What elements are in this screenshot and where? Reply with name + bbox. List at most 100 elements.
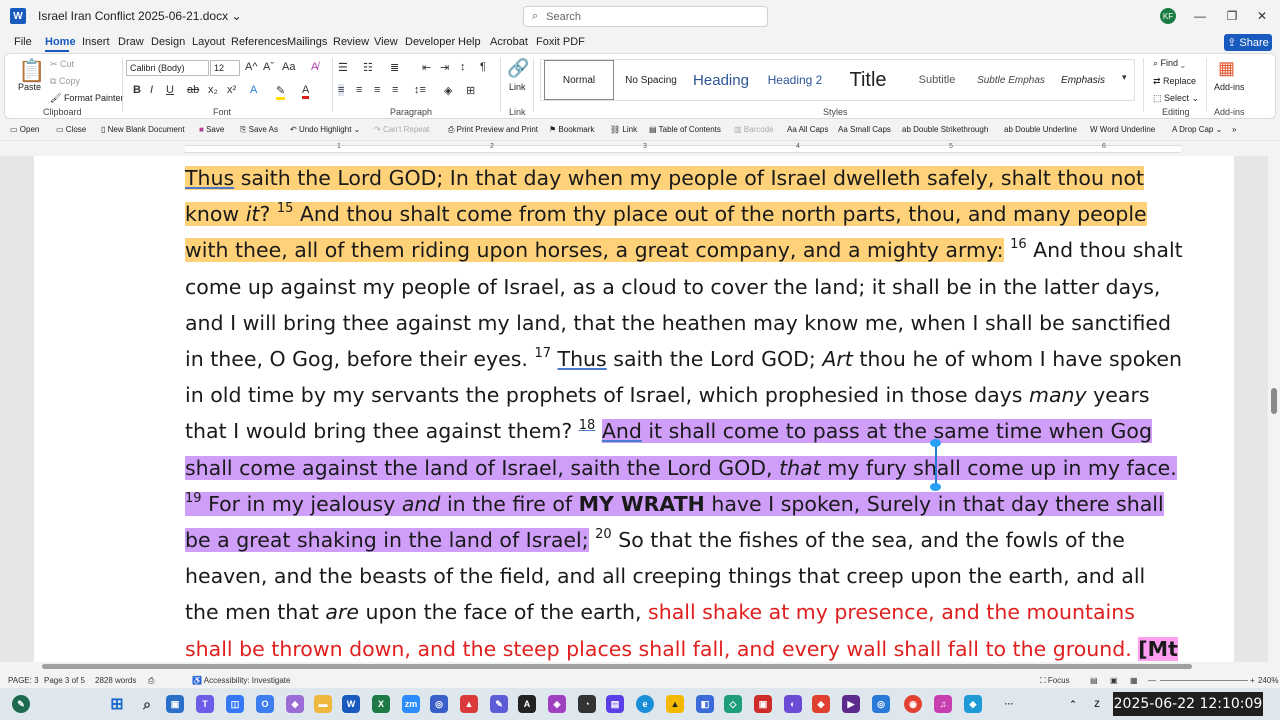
word-count[interactable]: 2828 words — [95, 676, 136, 685]
tab-help[interactable]: Help — [458, 36, 481, 48]
app-icon[interactable]: ◔ — [578, 695, 596, 713]
zoom-in-icon[interactable]: + — [1250, 676, 1255, 685]
superscript-icon[interactable]: x² — [227, 84, 236, 96]
underline-icon[interactable]: U — [166, 84, 174, 96]
tray-icon[interactable]: Z — [1088, 695, 1106, 713]
link-button[interactable]: Link — [509, 82, 526, 92]
app-icon[interactable]: ◧ — [696, 695, 714, 713]
selection-handle[interactable] — [930, 439, 941, 447]
print-layout-icon[interactable]: ▣ — [1110, 676, 1118, 685]
more-icon[interactable]: ··· — [1000, 695, 1018, 713]
shrink-font-icon[interactable]: Aˇ — [263, 61, 274, 73]
close-button[interactable]: ▭ Close — [56, 125, 86, 134]
tab-review[interactable]: Review — [333, 36, 369, 48]
app-icon[interactable]: ▲ — [666, 695, 684, 713]
copy-button[interactable]: ⧉ Copy — [50, 76, 80, 87]
app-icon[interactable]: ♫ — [934, 695, 952, 713]
align-center-icon[interactable]: ≡ — [356, 84, 362, 96]
tab-layout[interactable]: Layout — [192, 36, 225, 48]
repeat-button[interactable]: ↷ Can't Repeat — [374, 125, 429, 134]
zoom-out-icon[interactable]: — — [1148, 676, 1156, 685]
add-ins-button[interactable]: Add-ins — [1214, 82, 1245, 92]
style-heading-2[interactable]: Heading 2 — [760, 60, 830, 100]
align-left-icon[interactable]: ≡ — [338, 84, 345, 96]
close-icon[interactable]: ✕ — [1252, 6, 1272, 26]
align-right-icon[interactable]: ≡ — [374, 84, 380, 96]
style-heading[interactable]: Heading — [686, 60, 756, 100]
page-indicator[interactable]: PAGE: 3 — [8, 676, 39, 685]
link-quick-button[interactable]: ⛓ Link — [610, 125, 637, 134]
open-button[interactable]: ▭ Open — [10, 125, 39, 134]
file-explorer-icon[interactable]: ▬ — [314, 695, 332, 713]
app-icon[interactable]: ◐ — [784, 695, 802, 713]
app-icon[interactable]: ▶ — [842, 695, 860, 713]
font-size-select[interactable]: 12 — [210, 60, 240, 76]
style-no-spacing[interactable]: No Spacing — [620, 60, 682, 100]
select-button[interactable]: ⬚ Select ⌄ — [1153, 93, 1199, 104]
style-emphasis[interactable]: Emphasis — [1052, 60, 1114, 100]
restore-icon[interactable]: ❐ — [1222, 6, 1242, 26]
read-mode-icon[interactable]: ▤ — [1090, 676, 1098, 685]
word-taskbar-icon[interactable]: W — [342, 695, 360, 713]
toolbar-overflow-icon[interactable]: » — [1232, 125, 1236, 134]
subscript-icon[interactable]: x₂ — [208, 84, 218, 96]
app-icon[interactable]: ▤ — [606, 695, 624, 713]
horizontal-scroll-thumb[interactable] — [42, 664, 1192, 669]
paste-button[interactable]: Paste — [18, 82, 41, 92]
page-count[interactable]: Page 3 of 5 — [44, 676, 85, 685]
excel-icon[interactable]: X — [372, 695, 390, 713]
grow-font-icon[interactable]: A^ — [245, 61, 258, 73]
save-button[interactable]: ■ Save — [199, 125, 224, 134]
drop-cap-button[interactable]: A Drop Cap ⌄ — [1172, 125, 1222, 134]
ruler-track[interactable] — [185, 145, 1181, 153]
app-icon[interactable]: ◇ — [724, 695, 742, 713]
app-icon[interactable]: ✎ — [490, 695, 508, 713]
clear-format-icon[interactable]: A̸ — [311, 61, 318, 73]
bold-icon[interactable]: B — [133, 84, 141, 96]
app-icon[interactable]: ◎ — [872, 695, 890, 713]
chrome-icon[interactable]: ◉ — [904, 695, 922, 713]
double-underline-button[interactable]: ab Double Underline — [1004, 125, 1077, 134]
share-button[interactable]: ⇪ Share — [1224, 34, 1272, 51]
word-underline-button[interactable]: W Word Underline — [1090, 125, 1155, 134]
sort-icon[interactable]: ↕ — [460, 61, 466, 73]
tab-view[interactable]: View — [374, 36, 398, 48]
tab-foxit-pdf[interactable]: Foxit PDF — [536, 36, 585, 48]
tab-home[interactable]: Home — [45, 36, 76, 48]
selection-handle[interactable] — [930, 483, 941, 491]
shading-icon[interactable]: ◈ — [444, 84, 452, 97]
table-of-contents-button[interactable]: ▤ Table of Contents — [649, 125, 721, 134]
tab-developer[interactable]: Developer — [405, 36, 455, 48]
barcode-button[interactable]: ▥ Barcode — [734, 125, 774, 134]
change-case-icon[interactable]: Aa — [282, 61, 295, 73]
tab-references[interactable]: References — [231, 36, 287, 48]
font-name-select[interactable]: Calibri (Body) — [126, 60, 209, 76]
tab-file[interactable]: File — [14, 36, 32, 48]
web-layout-icon[interactable]: ▦ — [1130, 676, 1138, 685]
app-icon[interactable]: ▲ — [460, 695, 478, 713]
small-caps-button[interactable]: Aa Small Caps — [838, 125, 891, 134]
save-as-button[interactable]: ⎘ Save As — [240, 125, 278, 135]
app-icon[interactable]: ◆ — [964, 695, 982, 713]
tab-acrobat[interactable]: Acrobat — [490, 36, 528, 48]
borders-icon[interactable]: ⊞ — [466, 84, 475, 97]
zoom-level[interactable]: 240% — [1258, 676, 1278, 685]
line-spacing-icon[interactable]: ↕≡ — [414, 84, 426, 96]
search-input[interactable]: ⌕ Search — [523, 6, 768, 27]
italic-icon[interactable]: I — [150, 84, 153, 96]
edge-icon[interactable]: e — [636, 695, 654, 713]
start-icon[interactable]: ⊞ — [108, 695, 126, 713]
numbering-icon[interactable]: ☷ — [363, 61, 373, 74]
avatar[interactable]: KF — [1160, 8, 1176, 24]
document-body[interactable]: Thus saith the Lord GOD; In that day whe… — [185, 160, 1185, 667]
style-subtitle[interactable]: Subtitle — [905, 60, 969, 100]
app-icon[interactable]: ▣ — [754, 695, 772, 713]
zoom-slider[interactable] — [1160, 680, 1248, 681]
bullets-icon[interactable]: ☰ — [338, 61, 348, 74]
minimize-icon[interactable]: — — [1190, 6, 1210, 26]
add-ins-icon[interactable]: ▦ — [1218, 58, 1235, 79]
find-button[interactable]: ⌕ Find ⌄ — [1153, 58, 1185, 69]
show-marks-icon[interactable]: ¶ — [480, 61, 486, 73]
zoom-app-icon[interactable]: zm — [402, 695, 420, 713]
style-subtle-emphasis[interactable]: Subtle Emphas — [974, 60, 1048, 100]
